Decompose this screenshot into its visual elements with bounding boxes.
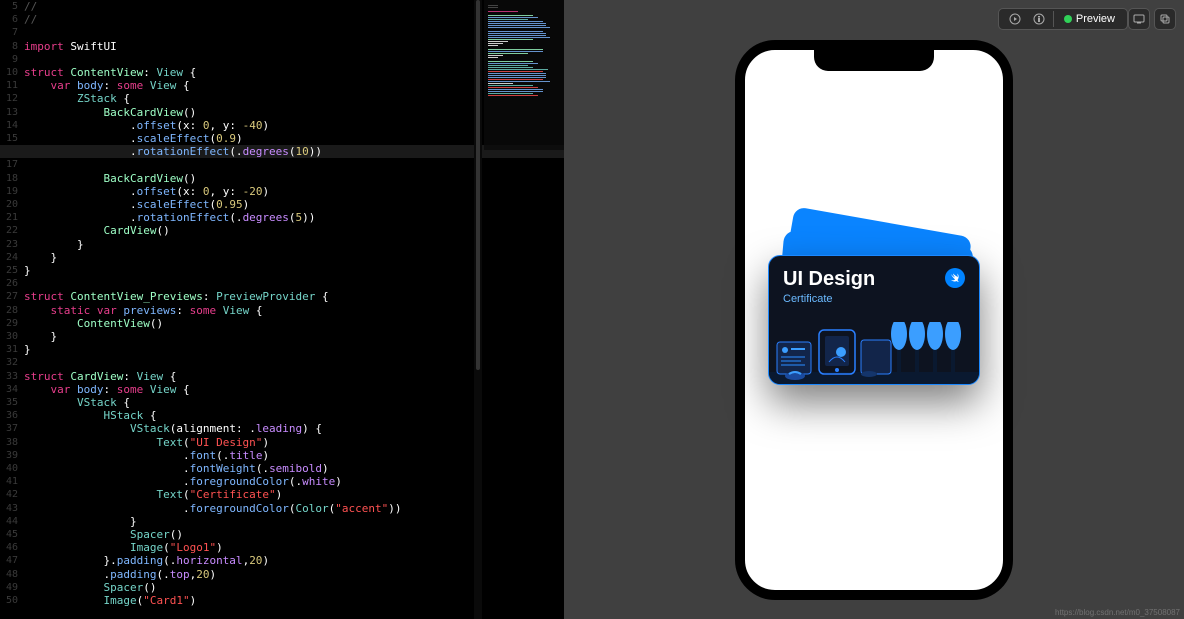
inspect-icon[interactable] <box>1027 9 1051 29</box>
status-dot-icon <box>1064 15 1072 23</box>
device-icon[interactable] <box>1128 8 1150 30</box>
device-frame: UI Design Certificate <box>735 40 1013 600</box>
watermark-text: https://blog.csdn.net/m0_37508087 <box>1055 608 1180 617</box>
toolbar-extra <box>1128 8 1176 30</box>
line-number-gutter: 5678910111213141516171819202122232425262… <box>0 0 20 619</box>
front-card: UI Design Certificate <box>768 255 980 385</box>
card-subtitle: Certificate <box>783 293 875 305</box>
swift-logo-icon <box>945 268 965 288</box>
preview-status[interactable]: Preview <box>1056 13 1123 25</box>
editor-scrollbar[interactable] <box>474 0 482 619</box>
card-illustration <box>769 322 979 384</box>
preview-pane: Preview UI Design Certificate <box>564 0 1184 619</box>
code-editor-pane[interactable]: 5678910111213141516171819202122232425262… <box>0 0 564 619</box>
card-title: UI Design <box>783 268 875 291</box>
minimap[interactable] <box>484 0 564 150</box>
preview-toolbar: Preview <box>998 8 1128 30</box>
scrollbar-thumb[interactable] <box>476 0 480 370</box>
duplicate-icon[interactable] <box>1154 8 1176 30</box>
card-stack: UI Design Certificate <box>768 255 980 385</box>
run-icon[interactable] <box>1003 9 1027 29</box>
toolbar-divider <box>1053 11 1054 27</box>
device-notch <box>814 49 934 71</box>
preview-label-text: Preview <box>1076 13 1115 25</box>
